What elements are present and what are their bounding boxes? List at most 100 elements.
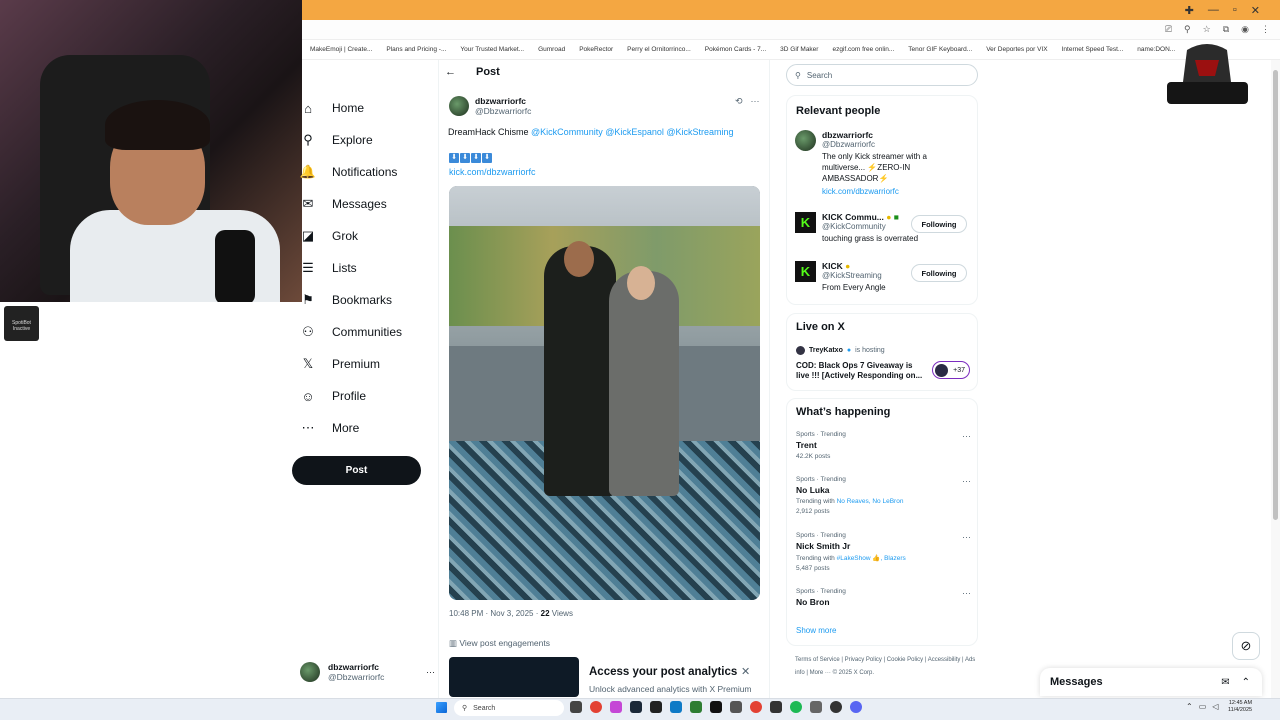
trend-item[interactable]: Sports · Trending Trent 42.2K posts ··· — [796, 431, 971, 460]
more-icon[interactable]: ··· — [962, 588, 971, 598]
maximize-icon[interactable]: ▫ — [1233, 4, 1237, 16]
mention-link[interactable]: @KickStreaming — [666, 127, 733, 137]
close-icon[interactable]: ✕ — [1251, 4, 1260, 17]
star-icon[interactable]: ☆ — [1203, 24, 1211, 35]
expand-icon[interactable]: ⌃ — [1242, 677, 1250, 688]
speaker-icon[interactable]: ◁ — [1212, 702, 1218, 711]
footer-links[interactable]: Terms of Service | Privacy Policy | Cook… — [795, 654, 980, 680]
person-name[interactable]: dbzwarriorfc — [822, 130, 962, 140]
more-icon[interactable]: ··· — [962, 532, 971, 542]
bookmark[interactable]: ezgif.com free onlin... — [832, 46, 894, 53]
spotify-icon[interactable] — [790, 701, 802, 713]
account-switcher[interactable]: dbzwarriorfc @Dbzwarriorfc ··· — [300, 657, 435, 687]
nav-premium[interactable]: 𝕏 Premium — [292, 348, 432, 380]
kick-logo-icon[interactable]: K — [795, 212, 816, 233]
nav-communities[interactable]: ⚇ Communities — [292, 316, 432, 348]
chrome-icon[interactable] — [590, 701, 602, 713]
trend-item[interactable]: Sports · Trending No Luka Trending with … — [796, 476, 971, 515]
messages-drawer[interactable]: Messages ✉ ⌃ — [1040, 668, 1262, 696]
more-icon[interactable]: ··· — [962, 476, 971, 486]
kick-logo-icon[interactable]: K — [795, 261, 816, 282]
mention-link[interactable]: @KickEspanol — [605, 127, 664, 137]
more-icon[interactable]: ··· — [426, 667, 435, 677]
more-icon[interactable]: ··· — [962, 431, 971, 441]
minimize-icon[interactable]: — — [1208, 4, 1219, 16]
zoom-icon[interactable]: ⚲ — [1184, 24, 1191, 35]
post-author[interactable]: dbzwarriorfc @Dbzwarriorfc — [449, 96, 531, 116]
taskbar-clock[interactable]: 12:45 AM 11/4/2025 — [1228, 700, 1252, 714]
trend-with-links[interactable]: No Reaves, No LeBron — [837, 498, 904, 505]
grok-icon[interactable]: ⟲ — [735, 96, 743, 107]
person-item[interactable]: K KICK ● @KickStreaming From Every Angle — [795, 261, 886, 293]
bookmark[interactable]: Tenor GIF Keyboard... — [908, 46, 972, 53]
task-view-icon[interactable] — [570, 701, 582, 713]
app-icon[interactable] — [690, 701, 702, 713]
app-icon[interactable] — [710, 701, 722, 713]
bookmark[interactable]: PokeRector — [579, 46, 613, 53]
scrollbar-thumb[interactable] — [1273, 70, 1278, 520]
profile-icon[interactable]: ◉ — [1241, 24, 1249, 35]
nav-home[interactable]: ⌂ Home — [292, 92, 432, 124]
steam-icon[interactable] — [630, 701, 642, 713]
windows-start-icon[interactable] — [436, 702, 447, 713]
trend-with-links[interactable]: #LakeShow 👍, Blazers — [837, 555, 906, 562]
bookmark[interactable]: Plans and Pricing -... — [386, 46, 446, 53]
bookmark[interactable]: Pokémon Cards - 7... — [705, 46, 766, 53]
post-time[interactable]: 10:48 PM · Nov 3, 2025 · — [449, 609, 538, 618]
post-photo[interactable] — [449, 186, 760, 600]
back-arrow-icon[interactable]: ← — [445, 66, 456, 78]
chrome-icon[interactable] — [750, 701, 762, 713]
listener-count[interactable]: +37 — [932, 361, 970, 379]
search-box[interactable]: ⚲ Search — [786, 64, 978, 86]
show-more-link[interactable]: Show more — [796, 626, 836, 635]
bookmark[interactable]: 3D Gif Maker — [780, 46, 818, 53]
engagements-link[interactable]: ▥ View post engagements — [449, 638, 550, 649]
address-bar[interactable] — [300, 20, 1280, 40]
compose-message-icon[interactable]: ✉ — [1221, 677, 1229, 688]
taskbar-search[interactable]: ⚲ Search — [454, 700, 564, 716]
discord-icon[interactable] — [850, 701, 862, 713]
post-button[interactable]: Post — [292, 456, 421, 485]
nav-explore[interactable]: ⚲ Explore — [292, 124, 432, 156]
trend-item[interactable]: Sports · Trending No Bron ··· — [796, 588, 971, 607]
bookmark[interactable]: Ver Deportes por VIX — [986, 46, 1047, 53]
avatar[interactable] — [795, 130, 816, 151]
more-icon[interactable]: ··· — [751, 96, 760, 107]
app-icon[interactable] — [770, 701, 782, 713]
person-item[interactable]: K KICK Commu... ● ■ @KickCommunity touch… — [795, 212, 918, 244]
install-icon[interactable]: ⎚ — [1165, 24, 1172, 35]
nav-lists[interactable]: ☰ Lists — [292, 252, 432, 284]
menu-icon[interactable]: ⋮ — [1261, 24, 1270, 35]
nav-notifications[interactable]: 🔔 Notifications — [292, 156, 432, 188]
chevron-up-icon[interactable]: ⌃ — [1186, 702, 1193, 711]
grok-button[interactable]: ⊘ — [1232, 632, 1260, 660]
person-link[interactable]: kick.com/dbzwarriorfc — [822, 186, 962, 197]
app-icon[interactable] — [810, 701, 822, 713]
person-item[interactable]: dbzwarriorfc @Dbzwarriorfc The only Kick… — [795, 130, 962, 197]
close-icon[interactable]: ✕ — [741, 665, 750, 678]
extensions-icon[interactable]: ⧉ — [1223, 24, 1229, 35]
bookmark[interactable]: Internet Speed Test... — [1062, 46, 1124, 53]
author-name[interactable]: dbzwarriorfc — [475, 96, 531, 106]
new-tab-icon[interactable]: ✚ — [1185, 4, 1194, 17]
author-handle[interactable]: @Dbzwarriorfc — [475, 106, 531, 116]
bookmark[interactable]: Perry el Ornitorrinco... — [627, 46, 691, 53]
nav-profile[interactable]: ☺ Profile — [292, 380, 432, 412]
following-button[interactable]: Following — [911, 264, 967, 282]
following-button[interactable]: Following — [911, 215, 967, 233]
nav-grok[interactable]: ◪ Grok — [292, 220, 432, 252]
person-name[interactable]: KICK ● — [822, 261, 886, 271]
nav-bookmarks[interactable]: ⚑ Bookmarks — [292, 284, 432, 316]
live-title[interactable]: COD: Black Ops 7 Giveaway is live !!! [A… — [796, 361, 928, 381]
monitor-icon[interactable]: ▭ — [1199, 702, 1207, 711]
live-host[interactable]: TreyKatxo ● is hosting — [796, 346, 885, 355]
obs-icon[interactable] — [650, 701, 662, 713]
app-icon[interactable] — [730, 701, 742, 713]
bookmark[interactable]: Your Trusted Market... — [460, 46, 524, 53]
trend-item[interactable]: Sports · Trending Nick Smith Jr Trending… — [796, 532, 971, 572]
app-icon[interactable] — [830, 701, 842, 713]
person-name[interactable]: KICK Commu... ● ■ — [822, 212, 918, 222]
bookmark[interactable]: Gumroad — [538, 46, 565, 53]
edge-icon[interactable] — [670, 701, 682, 713]
avatar[interactable] — [449, 96, 469, 116]
